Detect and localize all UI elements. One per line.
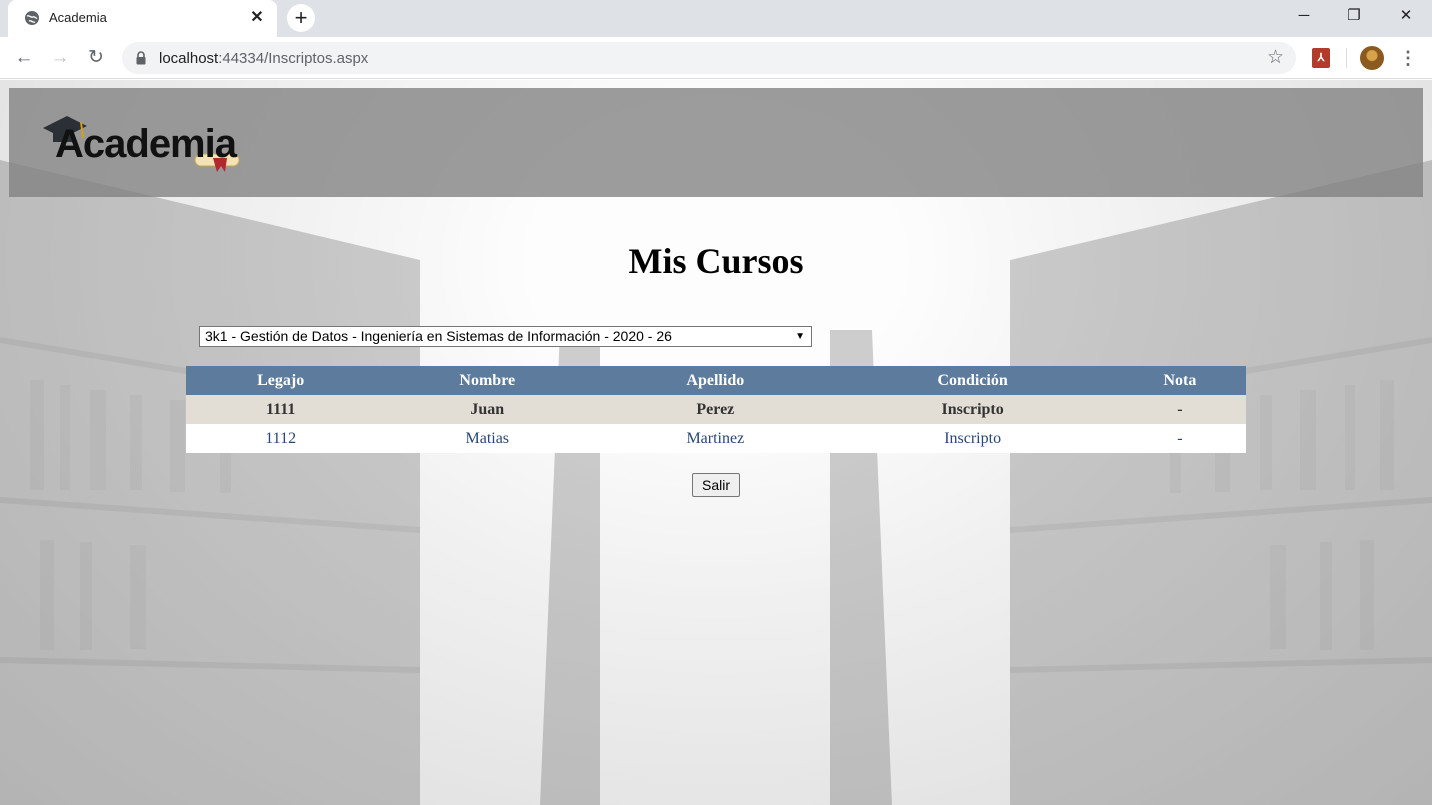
table-row[interactable]: 1111 Juan Perez Inscripto -: [186, 395, 1246, 424]
reload-icon[interactable]: ↻: [82, 44, 110, 72]
column-header-apellido[interactable]: Apellido: [599, 366, 832, 395]
dropdown-arrow-icon: ▼: [795, 331, 805, 342]
cell-apellido: Perez: [599, 395, 832, 424]
tab-close-icon[interactable]: ✕: [247, 8, 267, 28]
cell-nota: -: [1113, 424, 1246, 453]
pdf-extension-icon[interactable]: ⅄: [1312, 48, 1330, 68]
new-tab-button[interactable]: +: [287, 4, 315, 32]
close-window-icon[interactable]: ✕: [1383, 0, 1429, 32]
cell-nota: -: [1113, 395, 1246, 424]
cell-nombre: Matias: [375, 424, 600, 453]
lock-icon: [136, 51, 146, 65]
cell-condicion: Inscripto: [831, 395, 1114, 424]
menu-kebab-icon[interactable]: ⋮: [1398, 46, 1418, 70]
column-header-nombre[interactable]: Nombre: [375, 366, 600, 395]
browser-toolbar: ← → ↻ localhost:44334/Inscriptos.aspx ☆: [0, 37, 1432, 79]
course-dropdown[interactable]: 3k1 - Gestión de Datos - Ingeniería en S…: [199, 326, 812, 347]
page-viewport: Academia Mis Cursos 3k1 - Gestión de Dat…: [0, 80, 1432, 805]
table-row[interactable]: 1112 Matias Martinez Inscripto -: [186, 424, 1246, 453]
cell-legajo: 1112: [186, 424, 376, 453]
url-path: :44334/Inscriptos.aspx: [218, 50, 369, 67]
url-text: localhost:44334/Inscriptos.aspx: [159, 50, 368, 67]
salir-button[interactable]: Salir: [692, 473, 740, 497]
academia-logo[interactable]: Academia: [43, 108, 243, 178]
back-icon[interactable]: ←: [10, 44, 38, 72]
minimize-icon[interactable]: ─: [1281, 0, 1327, 32]
cell-condicion: Inscripto: [831, 424, 1114, 453]
browser-tabstrip: Academia ✕ + ─ ❐ ✕: [0, 0, 1432, 37]
page-title: Mis Cursos: [628, 241, 804, 281]
table-header-row: Legajo Nombre Apellido Condición Nota: [186, 366, 1246, 395]
globe-icon: [25, 11, 39, 25]
inscriptos-table: Legajo Nombre Apellido Condición Nota 11…: [186, 366, 1246, 453]
cell-nombre: Juan: [375, 395, 600, 424]
profile-avatar[interactable]: [1360, 46, 1384, 70]
browser-tab[interactable]: Academia ✕: [8, 0, 277, 37]
logo-text: Academia: [55, 122, 237, 166]
column-header-legajo[interactable]: Legajo: [186, 366, 376, 395]
cell-apellido: Martinez: [599, 424, 832, 453]
bookmark-star-icon[interactable]: ☆: [1267, 46, 1284, 70]
toolbar-divider: [1346, 48, 1347, 68]
forward-icon[interactable]: →: [46, 44, 74, 72]
cell-legajo: 1111: [186, 395, 376, 424]
url-host: localhost: [159, 50, 219, 67]
address-bar[interactable]: localhost:44334/Inscriptos.aspx ☆: [122, 42, 1296, 74]
course-dropdown-value: 3k1 - Gestión de Datos - Ingeniería en S…: [205, 328, 672, 344]
restore-icon[interactable]: ❐: [1331, 0, 1377, 32]
column-header-condicion[interactable]: Condición: [831, 366, 1114, 395]
tab-title: Academia: [49, 10, 107, 25]
header-banner: Academia: [9, 88, 1423, 197]
column-header-nota[interactable]: Nota: [1113, 366, 1246, 395]
